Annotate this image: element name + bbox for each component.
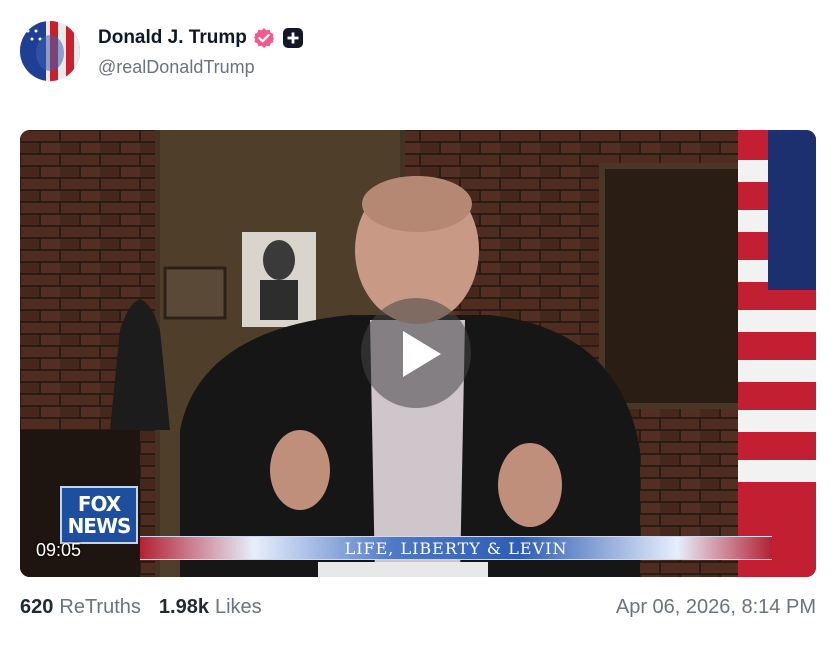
author-handle[interactable]: @realDonaldTrump xyxy=(98,57,303,78)
post-date[interactable]: Apr 06, 2026, 8:14 PM xyxy=(616,596,816,619)
retruths-label: ReTruths xyxy=(59,595,141,618)
video-player[interactable]: FOX NEWS LIFE, LIBERTY & LEVIN 09:05 xyxy=(20,130,816,577)
fox-news-logo: FOX NEWS xyxy=(60,486,138,544)
plus-icon xyxy=(282,27,303,48)
likes-stat[interactable]: 1.98k Likes xyxy=(159,596,262,619)
play-button[interactable] xyxy=(361,298,471,408)
chyron-banner: LIFE, LIBERTY & LEVIN xyxy=(140,536,772,560)
name-row: Donald J. Trump xyxy=(98,25,303,51)
retruths-stat[interactable]: 620 ReTruths xyxy=(20,596,141,619)
retruths-count: 620 xyxy=(20,595,54,618)
likes-count: 1.98k xyxy=(158,595,209,618)
play-icon xyxy=(403,331,441,377)
video-timestamp: 09:05 xyxy=(36,540,82,560)
fox-news-logo-text: FOX NEWS xyxy=(67,492,132,538)
post-header: Donald J. Trump @realDonaldTrump xyxy=(20,20,303,82)
author-names: Donald J. Trump @realDonaldTrump xyxy=(98,25,303,78)
likes-label: Likes xyxy=(214,595,262,618)
verified-badge-icon xyxy=(253,27,275,49)
post-footer: 620 ReTruths 1.98k Likes Apr 06, 2026, 8… xyxy=(20,594,816,620)
avatar[interactable] xyxy=(20,21,80,81)
chyron-text: LIFE, LIBERTY & LEVIN xyxy=(344,539,568,558)
display-name[interactable]: Donald J. Trump xyxy=(98,27,247,49)
